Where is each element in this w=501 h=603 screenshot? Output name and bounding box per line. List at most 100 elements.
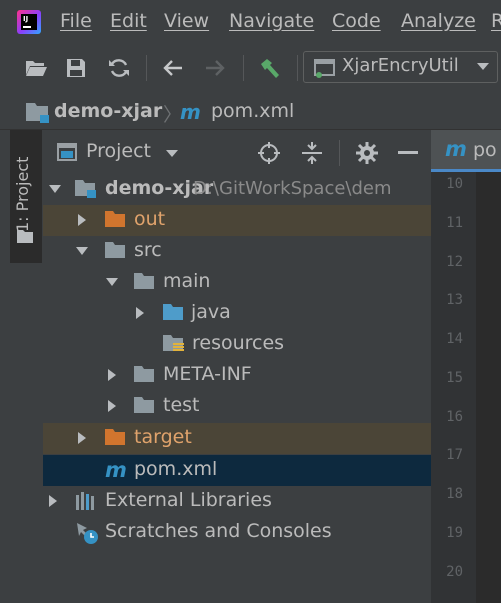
line-number: 14 xyxy=(446,331,463,347)
line-number: 13 xyxy=(446,292,463,308)
excluded-folder-icon xyxy=(105,429,125,445)
tree-label: target xyxy=(134,426,192,448)
save-icon[interactable] xyxy=(64,56,88,80)
tree-row-java[interactable]: java xyxy=(43,298,431,329)
project-tool-tab-label: 1: Project xyxy=(13,156,32,232)
maven-m-icon: m xyxy=(445,138,467,160)
tree-label: main xyxy=(163,270,211,292)
collapsed-arrow-icon[interactable] xyxy=(105,399,119,413)
line-number-gutter: 10 11 12 13 14 15 16 17 18 19 20 xyxy=(431,172,476,603)
dropdown-caret-icon[interactable] xyxy=(476,62,490,72)
svg-text:m: m xyxy=(180,102,201,122)
collapse-all-icon[interactable] xyxy=(301,141,323,165)
tree-label: out xyxy=(134,208,166,230)
menu-navigate[interactable]: Navigate xyxy=(229,10,314,32)
line-number: 16 xyxy=(446,409,463,425)
project-tool-tab[interactable]: 1: Project xyxy=(10,130,42,263)
maven-m-icon: m xyxy=(180,102,201,122)
menu-edit[interactable]: Edit xyxy=(110,10,147,32)
line-number: 10 xyxy=(446,176,463,192)
excluded-folder-icon xyxy=(105,211,125,227)
line-number: 12 xyxy=(446,254,463,270)
collapsed-arrow-icon[interactable] xyxy=(105,368,119,382)
run-config-label: XjarEncryUtil xyxy=(342,55,459,76)
sync-icon[interactable] xyxy=(107,56,131,80)
tree-row-meta-inf[interactable]: META-INF xyxy=(43,360,431,391)
svg-text:m: m xyxy=(105,459,127,481)
resources-folder-icon xyxy=(163,335,184,351)
line-number: 20 xyxy=(446,564,463,580)
collapsed-arrow-icon[interactable] xyxy=(133,306,147,320)
line-number: 17 xyxy=(446,447,463,463)
expanded-arrow-icon[interactable] xyxy=(48,182,62,196)
toolbar-separator xyxy=(297,55,298,81)
locate-target-icon[interactable] xyxy=(257,141,281,165)
tree-label: resources xyxy=(192,332,285,354)
tree-label: test xyxy=(163,394,200,416)
tree-row-out[interactable]: out xyxy=(43,205,431,236)
menu-file[interactable]: File xyxy=(60,10,92,32)
line-number: 11 xyxy=(446,215,463,231)
tree-label: Scratches and Consoles xyxy=(105,520,332,542)
menu-analyze[interactable]: Analyze xyxy=(401,10,476,32)
expanded-arrow-icon[interactable] xyxy=(75,244,89,258)
breadcrumb-project[interactable]: demo-xjar xyxy=(54,100,162,122)
left-tool-strip xyxy=(0,130,10,603)
tree-row-target[interactable]: target xyxy=(43,423,431,454)
breadcrumb-file[interactable]: pom.xml xyxy=(211,100,294,122)
maven-m-icon: m xyxy=(105,459,127,481)
main-toolbar: XjarEncryUtil xyxy=(0,44,501,92)
tree-row-test[interactable]: test xyxy=(43,391,431,422)
hide-minus-icon[interactable] xyxy=(398,151,418,155)
tree-row-src[interactable]: src xyxy=(43,236,431,267)
code-editor-area[interactable] xyxy=(476,172,501,603)
panel-window-icon xyxy=(57,143,77,161)
tree-row-scratches[interactable]: Scratches and Consoles xyxy=(43,517,431,548)
build-hammer-icon[interactable] xyxy=(258,56,282,80)
settings-gear-icon[interactable] xyxy=(355,141,379,165)
toolbar-separator xyxy=(146,55,147,81)
run-config-selector[interactable]: XjarEncryUtil xyxy=(303,51,498,83)
folder-icon xyxy=(134,366,154,382)
tree-label: src xyxy=(134,239,162,261)
tree-label: pom.xml xyxy=(134,458,218,480)
tree-label: META-INF xyxy=(163,363,252,385)
collapsed-arrow-icon[interactable] xyxy=(75,431,89,445)
menu-view[interactable]: View xyxy=(164,10,209,32)
source-folder-icon xyxy=(163,304,183,320)
tree-row-project-root[interactable]: demo-xjar D:\GitWorkSpace\dem xyxy=(43,174,431,205)
expanded-arrow-icon[interactable] xyxy=(105,275,119,289)
back-arrow-icon[interactable] xyxy=(161,56,185,80)
tree-label: External Libraries xyxy=(105,489,272,511)
folder-icon xyxy=(134,273,154,289)
run-config-icon xyxy=(314,59,335,78)
project-panel-title[interactable]: Project xyxy=(86,140,151,162)
forward-arrow-icon[interactable] xyxy=(203,56,227,80)
intellij-logo-icon: IJ xyxy=(17,10,41,34)
module-folder-icon xyxy=(75,180,96,198)
editor-tab-label: po xyxy=(473,139,497,161)
line-number: 18 xyxy=(446,486,463,502)
breadcrumb: demo-xjar 〉 m pom.xml xyxy=(0,92,501,130)
tree-row-pom[interactable]: m pom.xml xyxy=(43,455,431,486)
project-panel-header: Project xyxy=(43,132,431,172)
menu-code[interactable]: Code xyxy=(332,10,381,32)
chevron-down-icon[interactable] xyxy=(165,149,179,159)
tree-row-external-libraries[interactable]: External Libraries xyxy=(43,486,431,517)
menu-refactor[interactable]: R xyxy=(491,10,501,32)
collapsed-arrow-icon[interactable] xyxy=(75,213,89,227)
menu-bar: IJ File Edit View Navigate Code Analyze … xyxy=(0,0,501,44)
editor-tab-pom[interactable]: m po xyxy=(431,130,501,172)
tree-row-resources[interactable]: resources xyxy=(43,329,431,360)
scratches-clock-icon xyxy=(77,523,98,544)
library-icon xyxy=(76,492,94,510)
module-folder-icon xyxy=(26,103,49,123)
tree-label: java xyxy=(191,301,231,323)
folder-icon xyxy=(134,397,154,413)
editor-tab-bar: m po xyxy=(431,130,501,172)
collapsed-arrow-icon[interactable] xyxy=(46,494,60,508)
svg-text:m: m xyxy=(445,138,467,160)
tree-row-main[interactable]: main xyxy=(43,267,431,298)
open-folder-icon[interactable] xyxy=(24,56,48,80)
line-number: 15 xyxy=(446,370,463,386)
